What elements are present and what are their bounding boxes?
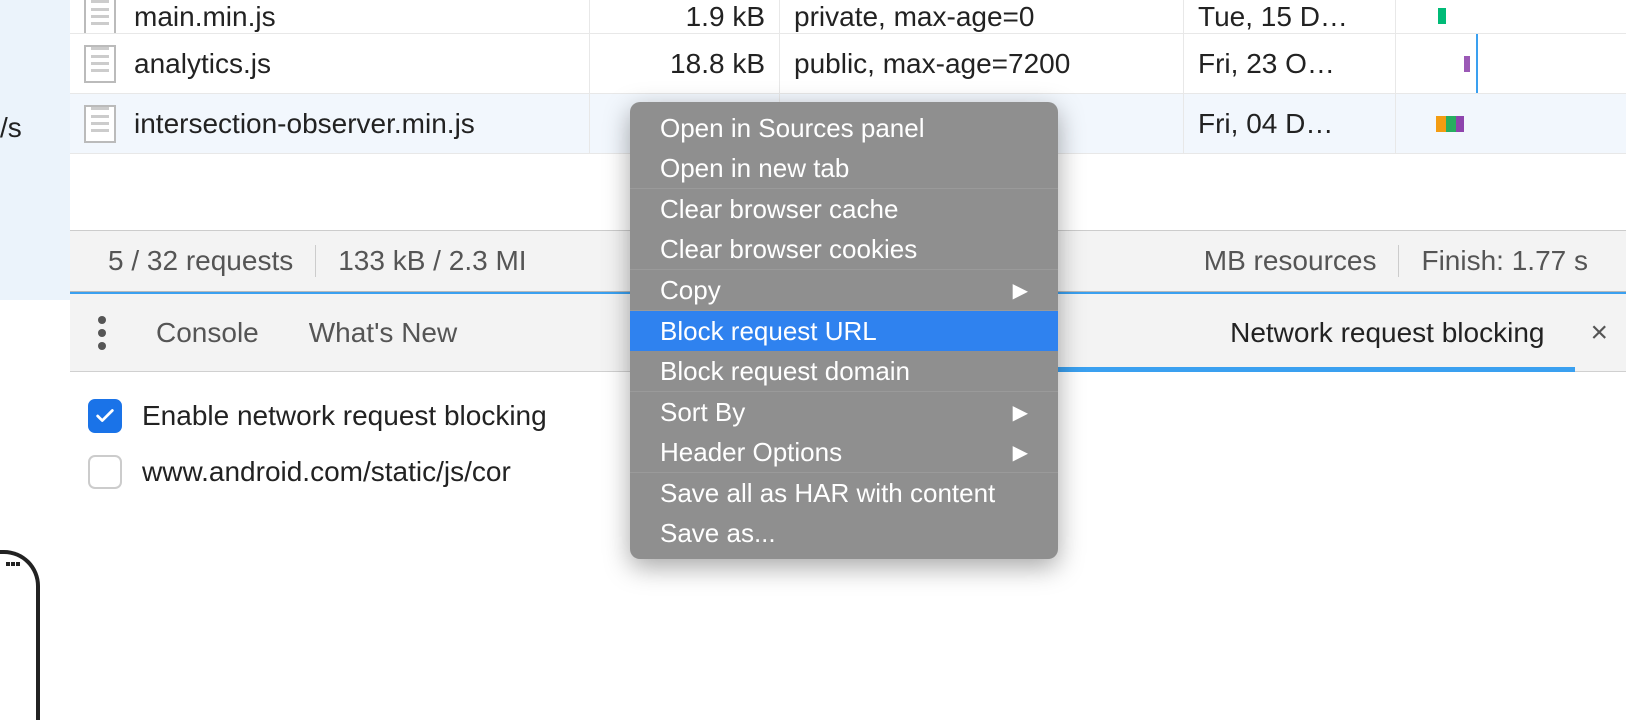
file-icon [84,105,116,143]
ctx-label: Sort By [660,397,745,428]
chevron-right-icon: ▶ [1013,400,1028,425]
ctx-header-options[interactable]: Header Options ▶ [630,432,1058,472]
file-icon [84,45,116,83]
table-row[interactable]: analytics.js 18.8 kB public, max-age=720… [70,34,1626,94]
row-name: analytics.js [134,48,271,80]
ctx-open-tab[interactable]: Open in new tab [630,148,1058,188]
tab-console[interactable]: Console [146,317,269,349]
waterfall-bar [1436,116,1446,132]
enable-blocking-checkbox[interactable] [88,399,122,433]
file-icon [84,0,116,33]
kebab-icon[interactable] [88,312,116,354]
ctx-block-url[interactable]: Block request URL [630,311,1058,351]
row-cache: public, max-age=7200 [780,34,1184,93]
row-size: 18.8 kB [590,34,780,93]
ctx-label: Copy [660,275,721,306]
ctx-clear-cookies[interactable]: Clear browser cookies [630,229,1058,269]
ctx-block-domain[interactable]: Block request domain [630,351,1058,391]
ctx-save-har[interactable]: Save all as HAR with content [630,473,1058,513]
row-date: Fri, 04 D… [1184,94,1396,153]
ctx-copy[interactable]: Copy ▶ [630,270,1058,310]
waterfall-bar [1438,8,1446,24]
tab-network-blocking[interactable]: Network request blocking [1220,317,1554,349]
chevron-right-icon: ▶ [1013,278,1028,303]
row-name: main.min.js [134,1,276,33]
row-date: Tue, 15 D… [1184,0,1396,33]
waterfall-line [1476,34,1478,93]
row-cache: private, max-age=0 [780,0,1184,33]
tab-whats-new[interactable]: What's New [299,317,468,349]
context-menu: Open in Sources panel Open in new tab Cl… [630,102,1058,559]
left-fringe [0,0,70,300]
cutoff-label: /s [0,112,22,144]
ctx-clear-cache[interactable]: Clear browser cache [630,189,1058,229]
waterfall-bar [1464,56,1470,72]
row-date: Fri, 23 O… [1184,34,1396,93]
table-row[interactable]: main.min.js 1.9 kB private, max-age=0 Tu… [70,0,1626,34]
ctx-open-sources[interactable]: Open in Sources panel [630,108,1058,148]
status-finish: Finish: 1.77 s [1399,245,1610,277]
ctx-label: Header Options [660,437,842,468]
chevron-right-icon: ▶ [1013,440,1028,465]
device-frame [0,550,40,720]
waterfall-bar [1446,116,1456,132]
close-icon[interactable]: × [1590,316,1608,350]
waterfall-bar [1456,116,1464,132]
row-name: intersection-observer.min.js [134,108,475,140]
ctx-save-as[interactable]: Save as... [630,513,1058,553]
pattern-checkbox[interactable] [88,455,122,489]
ctx-sort-by[interactable]: Sort By ▶ [630,392,1058,432]
status-transferred: 133 kB / 2.3 MI [316,245,548,277]
pattern-label: www.android.com/static/js/cor [142,456,511,488]
status-resources: MB resources [1182,245,1399,277]
status-requests: 5 / 32 requests [86,245,315,277]
row-size: 1.9 kB [590,0,780,33]
enable-blocking-label: Enable network request blocking [142,400,547,432]
